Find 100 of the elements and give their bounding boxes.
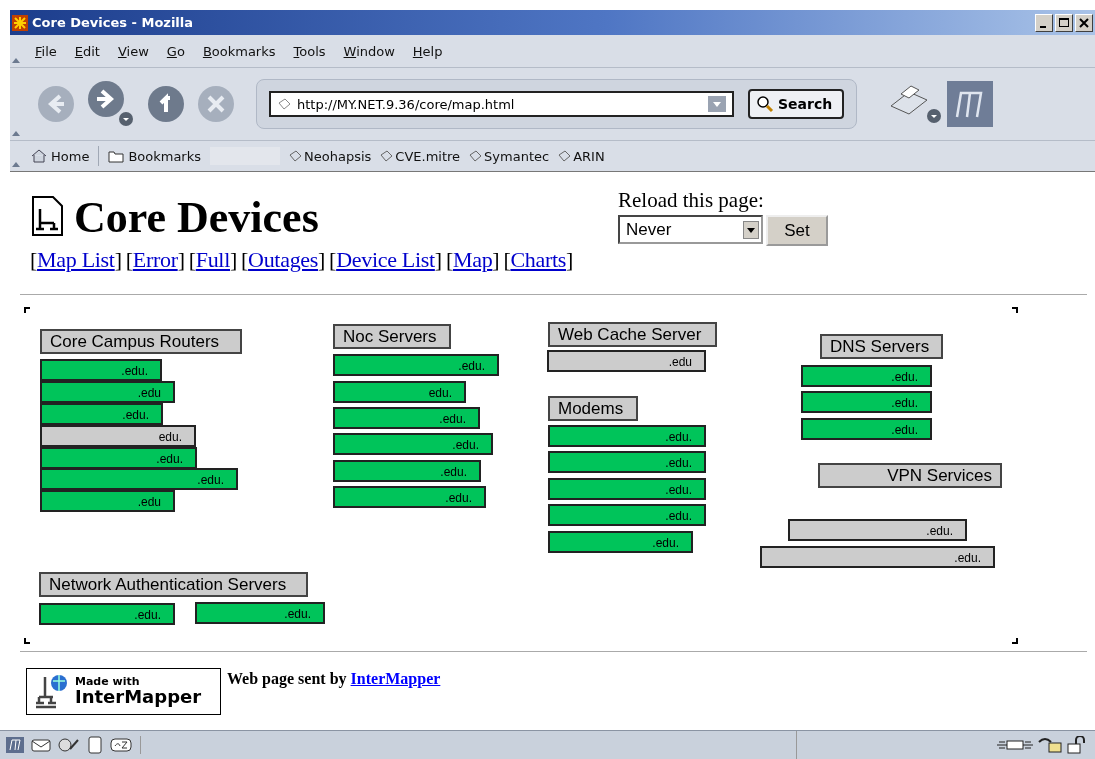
app-icon xyxy=(12,14,28,31)
group-label[interactable]: Network Authentication Servers xyxy=(39,571,308,597)
address-field[interactable]: http://MY.NET.9.36/core/map.html xyxy=(269,91,734,117)
network-icon xyxy=(35,672,69,711)
group-label[interactable]: Web Cache Server xyxy=(548,321,717,347)
menu-item[interactable]: Edit xyxy=(65,43,109,59)
device-node[interactable]: .edu. xyxy=(40,358,162,381)
device-node[interactable]: .edu. xyxy=(548,503,706,526)
device-node[interactable]: .edu. xyxy=(40,446,197,469)
chat-icon[interactable] xyxy=(110,737,132,753)
device-node[interactable]: .edu. xyxy=(333,432,493,455)
bracket: [ xyxy=(30,247,38,272)
maximize-icon xyxy=(1059,17,1069,28)
device-node[interactable]: .edu xyxy=(547,349,706,372)
group-label[interactable]: VPN Services xyxy=(818,462,1002,488)
device-node[interactable]: .edu xyxy=(40,380,175,403)
corner-mark xyxy=(1012,637,1018,644)
menu-item[interactable]: Window xyxy=(334,43,404,59)
bookmark-icon xyxy=(379,149,394,163)
bracket: ] xyxy=(230,247,238,272)
reload-icon[interactable] xyxy=(146,84,186,124)
device-node[interactable]: .edu xyxy=(40,489,175,512)
device-node[interactable]: .edu. xyxy=(333,459,481,482)
made-with-badge[interactable]: Made with InterMapper xyxy=(26,668,221,716)
device-node[interactable]: .edu. xyxy=(333,353,499,376)
document-icon xyxy=(30,194,66,237)
device-node[interactable]: .edu. xyxy=(333,406,480,429)
bookmark-icon xyxy=(277,97,291,111)
maximize-button[interactable] xyxy=(1055,13,1073,32)
forward-icon[interactable] xyxy=(86,79,136,129)
bracket: ] xyxy=(492,247,500,272)
bracket: ] xyxy=(318,247,326,272)
menu-item[interactable]: Help xyxy=(403,43,452,59)
menu-item[interactable]: View xyxy=(108,43,158,59)
device-node[interactable]: .edu. xyxy=(40,467,238,490)
menu-item[interactable]: Go xyxy=(157,43,194,59)
menu-item[interactable]: Tools xyxy=(284,43,335,59)
toolbar-grip-icon[interactable] xyxy=(12,161,20,167)
notebook-icon[interactable] xyxy=(87,736,103,754)
device-node[interactable]: .edu. xyxy=(195,601,325,624)
nav-link[interactable]: Map List xyxy=(37,247,115,272)
padlock-icon[interactable] xyxy=(1067,736,1087,754)
bookmark-link[interactable]: CVE.mitre xyxy=(375,148,465,164)
nav-link[interactable]: Map xyxy=(452,247,493,272)
toolbar-grip-icon[interactable] xyxy=(12,130,20,136)
device-node[interactable]: edu. xyxy=(333,380,466,403)
bookmarks-menu[interactable]: Bookmarks xyxy=(103,148,207,164)
bracket: [ xyxy=(503,247,511,272)
group-label[interactable]: DNS Servers xyxy=(820,333,943,359)
device-node[interactable]: .edu. xyxy=(760,545,995,568)
corner-mark xyxy=(24,306,30,313)
bracket: [ xyxy=(125,247,133,272)
bookmark-icon xyxy=(468,149,483,163)
toolbar-grip-icon[interactable] xyxy=(12,57,20,63)
corner-mark xyxy=(1012,306,1018,313)
logo-icon[interactable] xyxy=(6,737,24,753)
bookmark-link[interactable]: Symantec xyxy=(464,148,554,164)
device-node[interactable]: .edu. xyxy=(333,485,486,508)
minimize-button[interactable] xyxy=(1035,13,1053,32)
device-node[interactable]: .edu. xyxy=(801,417,932,440)
corner-mark xyxy=(24,637,30,644)
bracket: ] xyxy=(434,247,442,272)
reload-label: Reload this page: xyxy=(618,188,765,213)
bookmark-link[interactable]: Home xyxy=(26,148,95,164)
menu-item[interactable]: Bookmarks xyxy=(193,43,285,59)
close-button[interactable] xyxy=(1075,13,1093,32)
intermapper-link[interactable]: InterMapper xyxy=(350,670,441,688)
bookmark-link[interactable]: ARIN xyxy=(553,148,609,164)
group-label[interactable]: Modems xyxy=(548,395,638,421)
group-label[interactable]: Core Campus Routers xyxy=(40,328,242,354)
set-button[interactable]: Set xyxy=(766,215,828,246)
menu-item[interactable]: File xyxy=(26,43,66,59)
nav-link[interactable]: Outages xyxy=(248,247,319,272)
nav-link[interactable]: Device List xyxy=(336,247,435,272)
group-label[interactable]: Noc Servers xyxy=(333,323,451,349)
device-node[interactable]: .edu. xyxy=(548,424,706,447)
window-title: Core Devices - Mozilla xyxy=(32,15,194,30)
reload-select[interactable]: Never xyxy=(618,215,763,244)
device-node[interactable]: .edu. xyxy=(548,530,693,553)
bracket: [ xyxy=(445,247,453,272)
device-node[interactable]: .edu. xyxy=(801,390,932,413)
dropdown-icon[interactable] xyxy=(708,96,726,112)
device-node[interactable]: .edu. xyxy=(40,402,163,425)
throbber-logo[interactable] xyxy=(947,81,994,127)
device-node[interactable]: .edu. xyxy=(801,364,932,387)
bracket: ] xyxy=(114,247,122,272)
mail-icon[interactable] xyxy=(31,737,51,753)
bookmark-link[interactable]: Neohapsis xyxy=(284,148,376,164)
bracket: ] xyxy=(566,247,574,272)
device-node[interactable]: .edu. xyxy=(548,477,706,500)
home-icon xyxy=(31,149,47,163)
device-node[interactable]: .edu. xyxy=(788,518,967,541)
device-node[interactable]: .edu. xyxy=(548,450,706,473)
search-button[interactable]: Search xyxy=(748,89,845,119)
search-icon xyxy=(756,95,774,113)
folder-icon xyxy=(108,149,125,163)
device-node[interactable]: edu. xyxy=(40,424,196,447)
device-node[interactable]: .edu. xyxy=(39,602,175,625)
nav-link[interactable]: Charts xyxy=(510,247,567,272)
bracket: ] xyxy=(177,247,185,272)
